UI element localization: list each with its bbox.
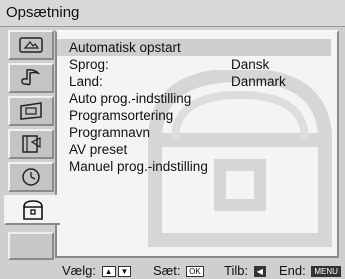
features-icon — [22, 135, 41, 153]
menu-item-label: AV preset — [69, 142, 128, 157]
up-arrow-icon: ▲ — [101, 266, 116, 278]
left-arrow-icon: ◀ — [253, 266, 266, 278]
end-label: End: — [279, 263, 306, 278]
menu-item-label: Auto prog.-indstilling — [69, 91, 192, 106]
help-bar: Vælg: ▲ ▼ Sæt: OK Tilb: ◀ End: MENU — [0, 262, 345, 279]
menu-item-programnavn[interactable]: Programnavn — [69, 124, 150, 141]
menu-key: MENU — [311, 266, 341, 278]
country-value: Danmark — [231, 74, 286, 89]
settings-panel: Automatisk opstart Sprog: Dansk Land: Da… — [55, 30, 339, 258]
sound-icon — [21, 69, 41, 86]
menu-sidebar — [4, 30, 60, 260]
menu-item-land[interactable]: Land: Danmark — [69, 73, 286, 90]
set-hint: Sæt: OK — [153, 263, 204, 278]
menu-item-label: Land: — [69, 74, 103, 89]
menu-item-manuel-prog[interactable]: Manuel prog.-indstilling — [69, 158, 208, 175]
menu-item-label: Programsortering — [69, 108, 174, 123]
tv-menu-screen: Opsætning Automatisk opstart Sprog: Dans… — [0, 0, 345, 279]
menu-header: Opsætning — [0, 0, 345, 27]
end-hint: End: MENU — [279, 263, 341, 278]
menu-item-label: Programnavn — [69, 125, 151, 140]
menu-item-auto-prog[interactable]: Auto prog.-indstilling — [69, 90, 191, 107]
toolbox-icon — [23, 200, 43, 220]
menu-item-label: Automatisk opstart — [69, 40, 181, 55]
set-label: Sæt: — [153, 263, 181, 278]
select-label: Vælg: — [62, 263, 96, 278]
menu-item-automatisk-opstart[interactable]: Automatisk opstart — [57, 39, 331, 56]
screen-icon-button[interactable] — [8, 96, 54, 126]
language-value: Dansk — [231, 57, 270, 72]
menu-item-label: Sprog: — [69, 57, 109, 72]
screen-icon — [20, 102, 42, 120]
features-icon-button[interactable] — [8, 129, 54, 159]
timer-icon-button[interactable] — [8, 162, 54, 192]
menu-title: Opsætning — [6, 4, 80, 21]
select-hint: Vælg: ▲ ▼ — [62, 263, 132, 278]
menu-item-av-preset[interactable]: AV preset — [69, 141, 127, 158]
timer-icon — [22, 168, 40, 186]
toolbox-icon-button[interactable] — [4, 195, 60, 225]
menu-item-sprog[interactable]: Sprog: Dansk — [69, 56, 269, 73]
sound-icon-button[interactable] — [8, 63, 54, 93]
back-hint: Tilb: ◀ — [224, 263, 266, 278]
empty-tab — [8, 232, 54, 260]
ok-key: OK — [186, 266, 204, 278]
menu-item-label: Manuel prog.-indstilling — [69, 159, 208, 174]
menu-item-programsortering[interactable]: Programsortering — [69, 107, 173, 124]
picture-icon — [19, 37, 43, 53]
down-arrow-icon: ▼ — [117, 266, 132, 278]
picture-icon-button[interactable] — [8, 30, 54, 60]
back-label: Tilb: — [224, 263, 249, 278]
